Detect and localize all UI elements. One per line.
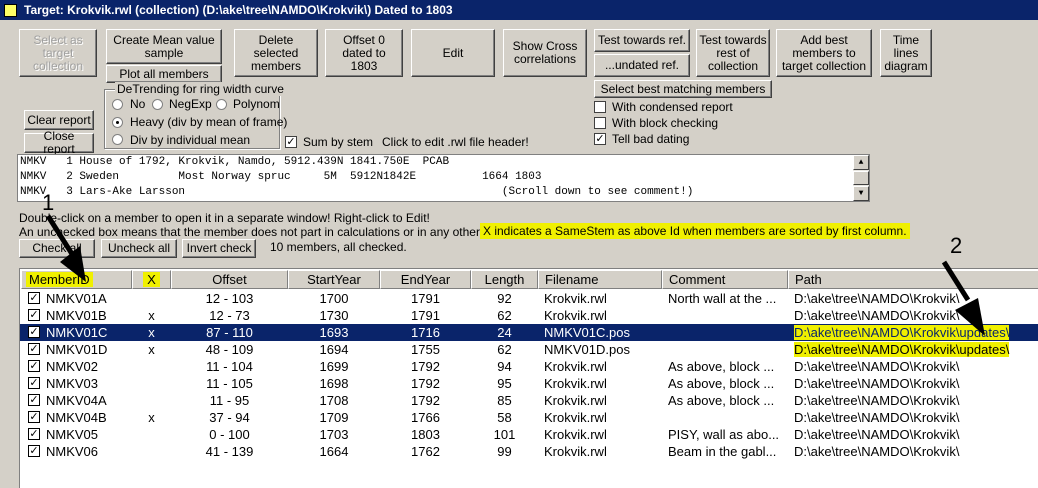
arrow-2-head — [955, 298, 985, 336]
arrow-1-shaft — [45, 214, 75, 256]
arrow-2-shaft — [941, 260, 971, 302]
annotation-arrows — [45, 214, 985, 336]
